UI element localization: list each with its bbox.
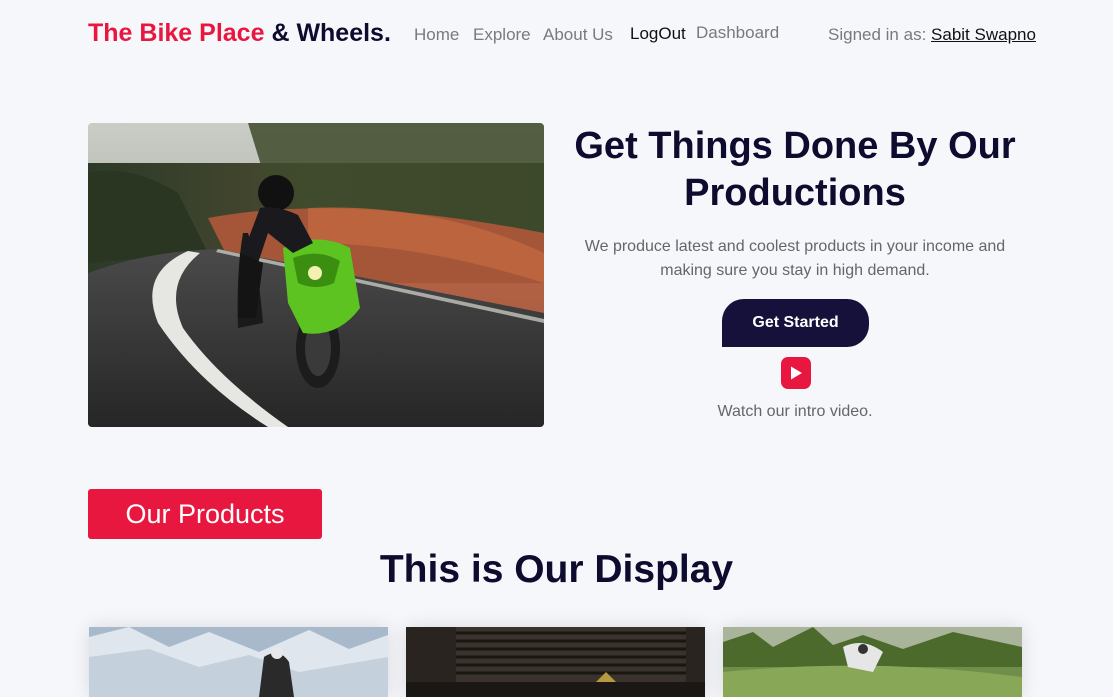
our-products-badge[interactable]: Our Products xyxy=(88,489,322,539)
product-image-grass xyxy=(723,627,1022,697)
nav-link-about[interactable]: About Us xyxy=(543,25,613,45)
brand-name-primary: The Bike Place xyxy=(88,19,265,47)
hero-description: We produce latest and coolest products i… xyxy=(584,238,1006,279)
user-name-link[interactable]: Sabit Swapno xyxy=(931,25,1036,44)
nav-link-home[interactable]: Home xyxy=(414,25,459,45)
product-card[interactable] xyxy=(406,627,705,697)
nav-link-explore[interactable]: Explore xyxy=(473,25,531,45)
hero-title: Get Things Done By Our Productions xyxy=(574,125,1016,214)
product-image-garage xyxy=(406,627,705,697)
product-card[interactable] xyxy=(89,627,388,697)
hero-content: Get Things Done By Our Productions We pr… xyxy=(570,123,1020,283)
brand-name-secondary: & Wheels. xyxy=(271,19,391,47)
signed-in-status: Signed in as: Sabit Swapno xyxy=(828,25,1036,45)
logout-button[interactable]: LogOut xyxy=(630,24,686,44)
play-video-button[interactable] xyxy=(781,357,811,389)
play-icon xyxy=(791,366,802,380)
product-card[interactable] xyxy=(723,627,1022,697)
nav-link-dashboard[interactable]: Dashboard xyxy=(696,23,779,43)
product-image-snowy xyxy=(89,627,388,697)
signed-in-label: Signed in as: xyxy=(828,25,927,44)
brand-logo[interactable]: The Bike Place & Wheels. xyxy=(88,19,391,48)
hero-motorcycle-image xyxy=(88,123,544,427)
get-started-button[interactable]: Get Started xyxy=(722,299,869,347)
display-section-title: This is Our Display xyxy=(379,548,734,591)
watch-video-text: Watch our intro video. xyxy=(717,403,873,420)
